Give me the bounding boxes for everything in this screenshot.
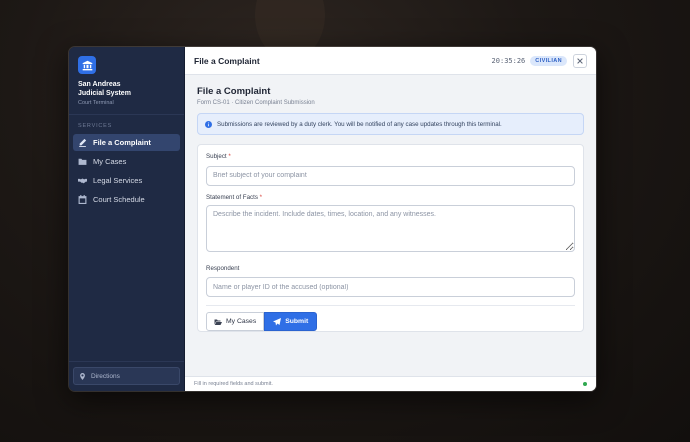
clock: 20:35:26: [491, 56, 526, 65]
statement-field-group: Statement of Facts *: [206, 194, 575, 257]
page-subtitle: Form CS-01 · Citizen Complaint Submissio…: [197, 100, 315, 106]
sidebar-footer: Directions: [69, 361, 184, 391]
sidebar-item-label: My Cases: [93, 157, 127, 166]
subject-input[interactable]: [206, 165, 575, 186]
nav-section-label: SERVICES: [78, 123, 113, 129]
respondent-field-group: Respondent: [206, 264, 575, 297]
info-notice: Submissions are reviewed by a duty clerk…: [197, 113, 584, 135]
sidebar-item-legal-services[interactable]: Legal Services: [73, 172, 180, 189]
sidebar-item-label: Court Schedule: [93, 195, 145, 204]
brand-title-line1: San Andreas: [78, 81, 121, 88]
required-mark: *: [259, 193, 263, 201]
directions-button[interactable]: Directions: [73, 367, 180, 385]
paper-plane-icon: [273, 317, 282, 325]
respondent-label: Respondent: [206, 264, 240, 272]
divider: [206, 305, 575, 306]
status-indicator: [583, 382, 587, 386]
brand-subtitle: Court Terminal: [78, 100, 114, 106]
complaint-form: Subject * Statement of Facts * Responden…: [197, 144, 584, 332]
folder-open-icon: [214, 319, 222, 325]
subject-field-group: Subject *: [206, 153, 575, 186]
directions-label: Directions: [91, 372, 120, 380]
submit-button[interactable]: Submit: [264, 312, 318, 331]
submit-button-label: Submit: [285, 318, 309, 325]
info-text: Submissions are reviewed by a duty clerk…: [217, 120, 502, 128]
respondent-input[interactable]: [206, 277, 575, 297]
role-badge: CIVILIAN: [530, 55, 567, 66]
topbar: File a Complaint 20:35:26 CIVILIAN: [185, 47, 596, 75]
sidebar: San Andreas Judicial System Court Termin…: [69, 47, 185, 391]
status-text: Fill in required fields and submit.: [194, 381, 273, 387]
required-mark: *: [228, 153, 231, 160]
sidebar-item-file-complaint[interactable]: File a Complaint: [73, 134, 180, 151]
topbar-title: File a Complaint: [194, 55, 260, 66]
statusbar: Fill in required fields and submit.: [185, 376, 596, 391]
brand-title-line2: Judicial System: [78, 90, 131, 97]
my-cases-button-label: My Cases: [226, 318, 257, 325]
info-icon: [205, 120, 212, 128]
content: File a Complaint Form CS-01 · Citizen Co…: [185, 75, 596, 376]
main-panel: File a Complaint 20:35:26 CIVILIAN File …: [185, 47, 596, 391]
statement-textarea[interactable]: [206, 204, 575, 252]
app-window: San Andreas Judicial System Court Termin…: [68, 46, 597, 392]
sidebar-item-label: File a Complaint: [93, 138, 151, 147]
handshake-icon: [78, 178, 87, 184]
map-pin-icon: [80, 372, 85, 380]
sidebar-item-my-cases[interactable]: My Cases: [73, 153, 180, 170]
folder-icon: [78, 158, 87, 165]
close-icon: [577, 57, 583, 64]
courthouse-icon: [78, 56, 96, 74]
brand-block: San Andreas Judicial System Court Termin…: [69, 47, 184, 115]
statement-label: Statement of Facts *: [206, 193, 263, 201]
calendar-icon: [78, 195, 87, 204]
close-button[interactable]: [573, 53, 587, 68]
my-cases-button[interactable]: My Cases: [206, 312, 265, 331]
edit-icon: [79, 138, 87, 147]
sidebar-item-court-schedule[interactable]: Court Schedule: [73, 191, 180, 208]
subject-label: Subject *: [206, 153, 231, 160]
page-title: File a Complaint: [197, 86, 271, 97]
form-actions: My Cases Submit: [206, 312, 575, 331]
sidebar-item-label: Legal Services: [93, 176, 143, 185]
